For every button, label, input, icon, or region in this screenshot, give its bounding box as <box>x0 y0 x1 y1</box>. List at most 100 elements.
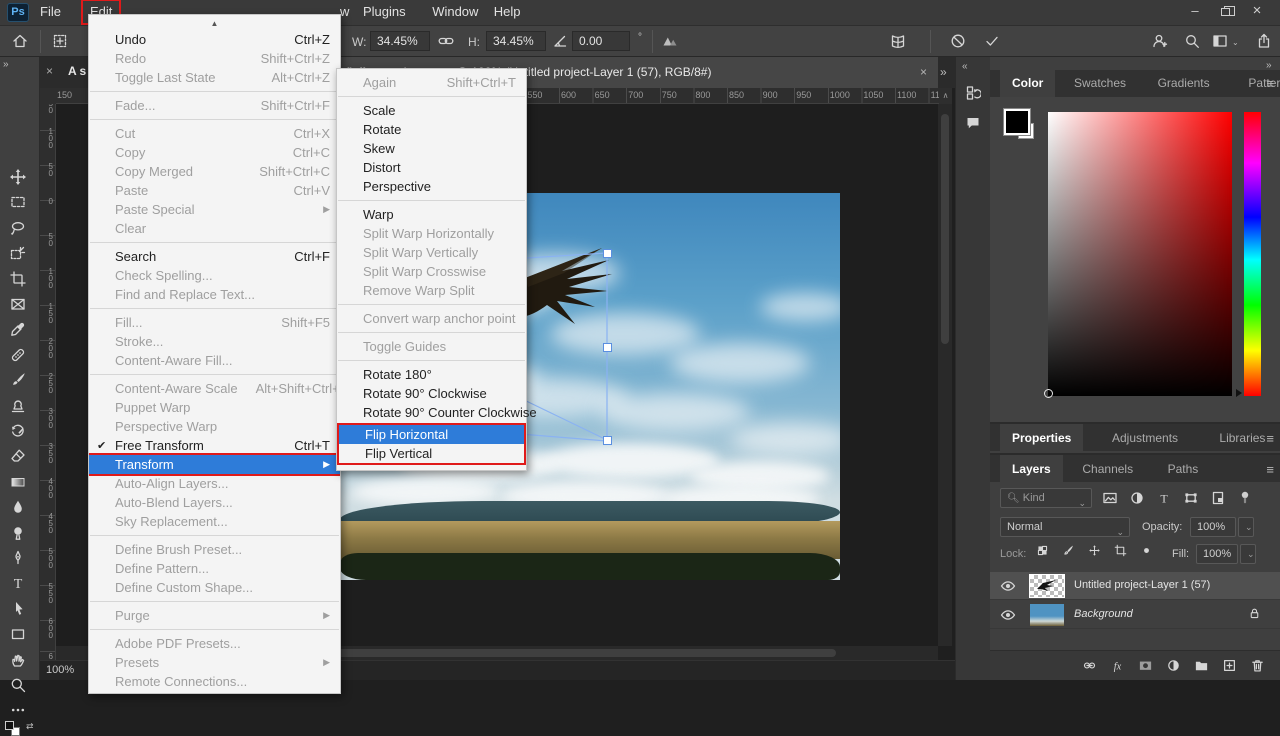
delete-layer-icon[interactable] <box>1250 658 1265 673</box>
menu-scroll-up-icon[interactable]: ▲ <box>89 17 340 30</box>
path-selection-tool[interactable] <box>10 601 26 617</box>
menu-item-adobe-pdf-presets[interactable]: Adobe PDF Presets... <box>89 634 340 653</box>
saturation-brightness-field[interactable] <box>1048 112 1232 396</box>
filter-toggle-pin[interactable] <box>1237 490 1253 506</box>
menu-item-convert-warp-anchor-point[interactable]: Convert warp anchor point <box>337 309 526 328</box>
brush-tool[interactable] <box>10 372 26 388</box>
menu-item-scale[interactable]: Scale <box>337 101 526 120</box>
tab-channels[interactable]: Channels <box>1070 455 1145 482</box>
menu-item-auto-blend-layers[interactable]: Auto-Blend Layers... <box>89 493 340 512</box>
layer-thumbnail[interactable] <box>1030 575 1064 597</box>
menu-item-rotate-90-clockwise[interactable]: Rotate 90° Clockwise <box>337 384 526 403</box>
panel-menu-icon[interactable]: ≡ <box>1266 431 1274 446</box>
eraser-tool[interactable] <box>10 448 26 464</box>
zoom-level[interactable]: 100% <box>46 661 74 680</box>
menu-item-toggle-last-state[interactable]: Toggle Last StateAlt+Ctrl+Z <box>89 68 340 87</box>
menu-item-rotate-180[interactable]: Rotate 180° <box>337 365 526 384</box>
frame-tool[interactable] <box>10 296 26 312</box>
adjustment-filter-icon[interactable] <box>1129 490 1145 506</box>
type-tool[interactable]: T <box>10 575 26 591</box>
eye-icon[interactable] <box>1000 578 1016 594</box>
menu-item-content-aware-scale[interactable]: Content-Aware ScaleAlt+Shift+Ctrl+C <box>89 379 340 398</box>
edit-toolbar[interactable] <box>10 702 26 718</box>
menu-item-distort[interactable]: Distort <box>337 158 526 177</box>
workspace-icon[interactable] <box>1212 33 1228 49</box>
menu-item-sky-replacement[interactable]: Sky Replacement... <box>89 512 340 531</box>
menu-item-rotate-90-counter-clockwise[interactable]: Rotate 90° Counter Clockwise <box>337 403 526 422</box>
blend-mode-select[interactable]: Normal⌄ <box>1000 517 1130 537</box>
rectangular-marquee-tool[interactable] <box>10 194 26 210</box>
collapse-panels-icon[interactable]: « <box>962 61 968 72</box>
opacity-input[interactable]: 100% <box>1190 517 1236 537</box>
menu-item-fade[interactable]: Fade...Shift+Ctrl+F <box>89 96 340 115</box>
menu-item-content-aware-fill[interactable]: Content-Aware Fill... <box>89 351 340 370</box>
tab-close-icon[interactable]: × <box>920 65 927 79</box>
width-input[interactable]: 34.45% <box>370 31 430 51</box>
partial-tab-close-icon[interactable]: × <box>46 64 53 78</box>
object-selection-tool[interactable] <box>10 245 26 261</box>
menu-item-puppet-warp[interactable]: Puppet Warp <box>89 398 340 417</box>
menu-item-define-brush-preset[interactable]: Define Brush Preset... <box>89 540 340 559</box>
transform-handle[interactable] <box>603 343 612 352</box>
smart-object-filter-icon[interactable] <box>1210 490 1226 506</box>
move-tool[interactable] <box>10 169 26 185</box>
tab-overflow-icon[interactable]: » <box>940 65 947 79</box>
shape-filter-icon[interactable] <box>1183 490 1199 506</box>
eye-icon[interactable] <box>1000 607 1016 623</box>
layer-filter-search[interactable]: 🔍︎ Kind⌄ <box>1000 488 1092 508</box>
menu-item-clear[interactable]: Clear <box>89 219 340 238</box>
group-icon[interactable] <box>1194 658 1209 673</box>
menu-item-paste[interactable]: PasteCtrl+V <box>89 181 340 200</box>
menu-item-presets[interactable]: Presets▶ <box>89 653 340 672</box>
rectangle-tool[interactable] <box>10 626 26 642</box>
rotation-input[interactable]: 0.00 <box>572 31 630 51</box>
menu-item-undo[interactable]: UndoCtrl+Z <box>89 30 340 49</box>
menubar-item-window[interactable]: Window <box>424 0 486 24</box>
lock-artboard-icon[interactable] <box>1114 544 1127 557</box>
menu-item-copy-merged[interactable]: Copy MergedShift+Ctrl+C <box>89 162 340 181</box>
menu-item-define-custom-shape[interactable]: Define Custom Shape... <box>89 578 340 597</box>
menu-item-warp[interactable]: Warp <box>337 205 526 224</box>
menu-item-copy[interactable]: CopyCtrl+C <box>89 143 340 162</box>
transform-handle[interactable] <box>603 436 612 445</box>
lock-transparent-icon[interactable] <box>1036 544 1049 557</box>
menu-item-search[interactable]: SearchCtrl+F <box>89 247 340 266</box>
color-picker-cursor[interactable] <box>1044 389 1053 398</box>
menu-item-toggle-guides[interactable]: Toggle Guides <box>337 337 526 356</box>
fill-dropdown-button[interactable]: ⌄ <box>1240 544 1256 564</box>
layer-row[interactable]: Background <box>990 601 1280 629</box>
hue-slider-marker[interactable] <box>1236 389 1242 397</box>
eyedropper-tool[interactable] <box>10 321 26 337</box>
tab-adjustments[interactable]: Adjustments <box>1100 424 1190 451</box>
history-brush-tool[interactable] <box>10 423 26 439</box>
opacity-dropdown-button[interactable]: ⌄ <box>1238 517 1254 537</box>
commit-icon[interactable] <box>984 33 1000 49</box>
menu-item-find-and-replace-text[interactable]: Find and Replace Text... <box>89 285 340 304</box>
layer-mask-icon[interactable] <box>1138 658 1153 673</box>
tab-properties[interactable]: Properties <box>1000 424 1083 451</box>
menu-item-stroke[interactable]: Stroke... <box>89 332 340 351</box>
lock-all-icon[interactable] <box>1140 544 1153 557</box>
menu-item-purge[interactable]: Purge▶ <box>89 606 340 625</box>
layer-row[interactable]: Untitled project-Layer 1 (57) <box>990 572 1280 600</box>
mini-foreground-swatch[interactable] <box>5 721 14 730</box>
gradient-tool[interactable] <box>10 474 26 490</box>
menu-item-rotate[interactable]: Rotate <box>337 120 526 139</box>
height-input[interactable]: 34.45% <box>486 31 546 51</box>
lock-move-icon[interactable] <box>1088 544 1101 557</box>
fx-icon[interactable]: fx <box>1110 658 1125 673</box>
adjustment-layer-icon[interactable] <box>1166 658 1181 673</box>
menu-item-skew[interactable]: Skew <box>337 139 526 158</box>
version-history-icon[interactable] <box>965 85 981 101</box>
new-layer-icon[interactable] <box>1222 658 1237 673</box>
hue-slider[interactable] <box>1244 112 1261 396</box>
cancel-icon[interactable] <box>950 33 966 49</box>
tab-gradients[interactable]: Gradients <box>1146 70 1222 97</box>
home-icon[interactable] <box>12 33 28 49</box>
menu-item-remove-warp-split[interactable]: Remove Warp Split <box>337 281 526 300</box>
warp-mode-icon[interactable] <box>890 33 906 49</box>
menu-item-remote-connections[interactable]: Remote Connections... <box>89 672 340 691</box>
spot-healing-brush-tool[interactable] <box>10 347 26 363</box>
menu-item-transform[interactable]: Transform▶ <box>89 455 340 474</box>
tab-color[interactable]: Color <box>1000 70 1055 97</box>
